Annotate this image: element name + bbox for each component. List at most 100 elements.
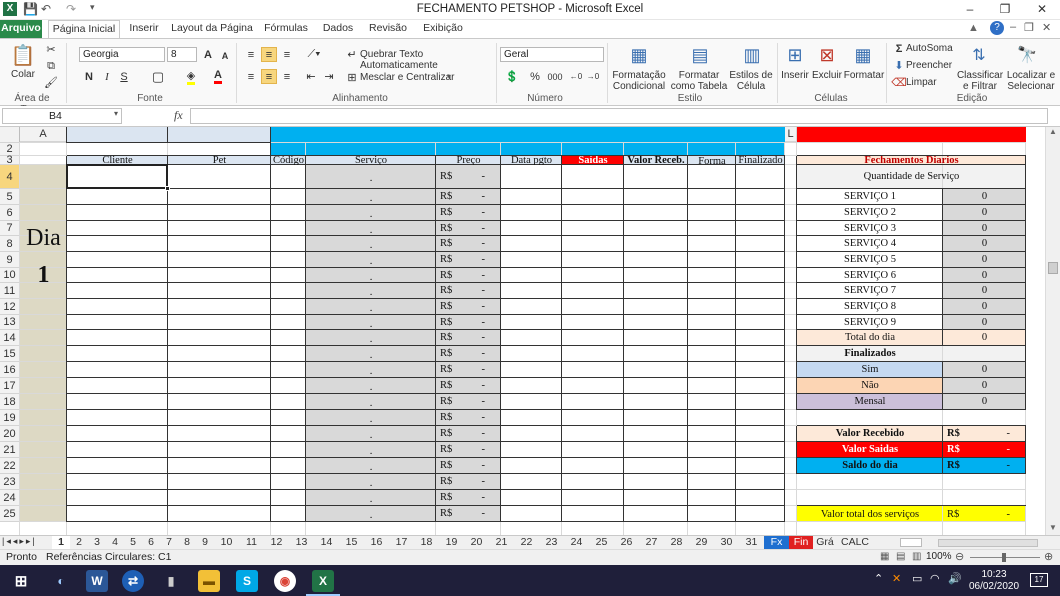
sheet-tab-29[interactable]: 29 (689, 536, 714, 549)
font-name-combo[interactable]: Georgia (79, 47, 165, 62)
name-box[interactable]: B4 (2, 108, 122, 124)
tab-arquivo[interactable]: Arquivo (0, 20, 42, 38)
row-header-16[interactable]: 16 (0, 362, 20, 378)
grow-font-icon[interactable]: A (201, 47, 215, 62)
sheet-tab-26[interactable]: 26 (614, 536, 639, 549)
tray-app-icon[interactable]: ✕ (892, 572, 901, 585)
vertical-scrollbar[interactable]: ▲ ▼ (1045, 127, 1060, 535)
conditional-format-button[interactable]: Formatação Condicional (610, 70, 668, 92)
tab-inserir[interactable]: Inserir (124, 20, 164, 38)
file-explorer-icon[interactable]: ▬ (198, 570, 220, 592)
tab-revisao[interactable]: Revisão (364, 20, 412, 38)
sheet-tab-24[interactable]: 24 (564, 536, 589, 549)
comma-style-icon[interactable]: 000 (545, 69, 565, 84)
close-button[interactable]: ✕ (1027, 2, 1057, 16)
tab-pagina-inicial[interactable]: Página Inicial (48, 20, 120, 38)
cell-styles-button[interactable]: Estilos de Célula (728, 70, 774, 92)
sheet-tab-12[interactable]: 12 (264, 536, 289, 549)
align-left-icon[interactable]: ≡ (243, 69, 259, 84)
clear-icon[interactable]: ⌫ (891, 76, 907, 89)
ribbon-minimize-icon[interactable]: ▲ (968, 22, 979, 34)
teamviewer-icon[interactable]: ⇄ (122, 570, 144, 592)
insert-cells-button[interactable]: Inserir (778, 70, 812, 81)
autosum-icon[interactable]: Σ (893, 42, 905, 55)
delete-cells-button[interactable]: Excluir (810, 70, 844, 81)
align-bottom-icon[interactable]: ≡ (279, 47, 295, 62)
active-cell-b4[interactable] (66, 164, 168, 189)
row-header-7[interactable]: 7 (0, 221, 20, 236)
insert-sheet-icon[interactable] (900, 538, 922, 547)
copy-icon[interactable]: ⧉ (44, 59, 58, 73)
sheet-tab-23[interactable]: 23 (539, 536, 564, 549)
fill-color-icon[interactable]: ◈ (182, 69, 200, 85)
sheet-tab-20[interactable]: 20 (464, 536, 489, 549)
tab-formulas[interactable]: Fórmulas (260, 20, 312, 38)
window-restore-icon[interactable]: ❐ (1024, 21, 1034, 34)
number-format-combo[interactable]: Geral (500, 47, 604, 62)
name-box-dropdown-icon[interactable]: ▾ (114, 109, 118, 118)
increase-indent-icon[interactable]: ⇥ (321, 69, 337, 84)
format-cells-button[interactable]: Formatar (843, 70, 885, 81)
sheet-tab-8[interactable]: 8 (178, 536, 196, 549)
skype-icon[interactable]: S (236, 570, 258, 592)
cell-styles-icon[interactable]: ▥ (738, 42, 766, 68)
sheet-tab-31[interactable]: 31 (739, 536, 764, 549)
scroll-thumb[interactable] (1048, 262, 1058, 274)
decrease-indent-icon[interactable]: ⇤ (303, 69, 319, 84)
row-header-10[interactable]: 10 (0, 268, 20, 283)
sheet-tab-18[interactable]: 18 (414, 536, 439, 549)
merge-center-button[interactable]: Mesclar e Centralizar (360, 72, 460, 83)
decrease-decimal-icon[interactable]: →0 (585, 69, 601, 84)
align-center-icon[interactable]: ≡ (261, 69, 277, 84)
borders-icon[interactable]: ▢ (150, 69, 166, 84)
merge-dropdown-icon[interactable]: ▾ (447, 72, 451, 81)
volume-icon[interactable]: 🔊 (948, 572, 962, 585)
shrink-font-icon[interactable]: A (218, 49, 232, 62)
format-table-button[interactable]: Formatar como Tabela (670, 70, 728, 92)
sheet-tab-1[interactable]: 1 (52, 536, 70, 549)
underline-icon[interactable]: S (117, 69, 131, 84)
help-icon[interactable]: ? (990, 21, 1004, 35)
format-cells-icon[interactable]: ▦ (850, 42, 876, 68)
align-top-icon[interactable]: ≡ (243, 47, 259, 62)
clear-button[interactable]: Limpar (906, 77, 962, 88)
sort-filter-icon[interactable]: ⇅ (966, 42, 992, 68)
accounting-format-icon[interactable]: 💲 (502, 69, 522, 84)
row-header-14[interactable]: 14 (0, 330, 20, 346)
notification-center-icon[interactable]: 17 (1030, 573, 1048, 587)
format-painter-icon[interactable]: 🖌 (44, 75, 58, 89)
sheet-tab-21[interactable]: 21 (489, 536, 514, 549)
find-select-button[interactable]: Localizar e Selecionar (1004, 70, 1058, 92)
row-header-1[interactable]: 1 (0, 127, 20, 143)
align-right-icon[interactable]: ≡ (279, 69, 295, 84)
normal-view-icon[interactable]: ▦ (880, 551, 889, 562)
restore-button[interactable]: ❐ (990, 2, 1020, 16)
minimize-button[interactable]: – (955, 2, 985, 16)
paste-icon[interactable]: 📋 (8, 42, 38, 68)
bold-icon[interactable]: N (82, 69, 96, 84)
row-header-6[interactable]: 6 (0, 205, 20, 221)
insert-cells-icon[interactable]: ⊞ (782, 42, 808, 68)
tab-layout-pagina[interactable]: Layout da Página (170, 20, 254, 38)
format-table-icon[interactable]: ▤ (686, 42, 714, 68)
show-hidden-icons-icon[interactable]: ⌃ (874, 572, 883, 585)
row-header-18[interactable]: 18 (0, 394, 20, 410)
fill-icon[interactable]: ⬇ (893, 59, 905, 72)
row-header-25[interactable]: 25 (0, 506, 20, 522)
row-header-20[interactable]: 20 (0, 426, 20, 442)
horizontal-scrollbar[interactable] (938, 539, 1038, 547)
sheet-tab-16[interactable]: 16 (364, 536, 389, 549)
row-header-22[interactable]: 22 (0, 458, 20, 474)
wrap-text-button[interactable]: Quebrar Texto Automaticamente (360, 49, 492, 71)
wifi-icon[interactable]: ◠ (930, 572, 940, 585)
spreadsheet-grid[interactable]: ABCDEFGHIJKLMN12345678910111213141516171… (0, 127, 1045, 535)
row-header-15[interactable]: 15 (0, 346, 20, 362)
row-header-21[interactable]: 21 (0, 442, 20, 458)
row-header-3[interactable]: 3 (0, 155, 20, 166)
column-header-l[interactable]: L (785, 127, 797, 142)
conditional-format-icon[interactable]: ▦ (625, 42, 653, 68)
sheet-tab-2[interactable]: 2 (70, 536, 88, 549)
sheet-tab-grá[interactable]: Grá (813, 536, 837, 549)
cut-icon[interactable]: ✂ (44, 42, 58, 56)
italic-icon[interactable]: I (100, 69, 114, 84)
